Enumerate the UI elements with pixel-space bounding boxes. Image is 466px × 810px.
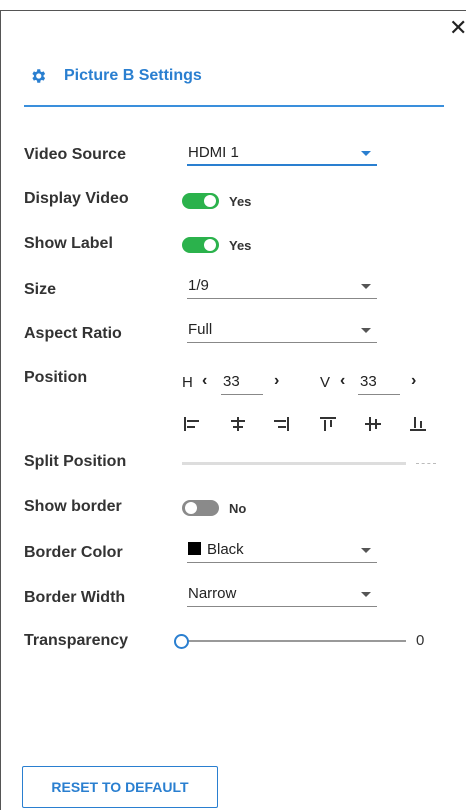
transparency-label: Transparency [24, 632, 129, 649]
video-source-select[interactable]: HDMI 1 [187, 144, 377, 166]
position-v-letter: V [320, 374, 331, 391]
transparency-slider[interactable] [182, 640, 406, 642]
reset-to-default-button[interactable]: RESET TO DEFAULT [22, 766, 218, 808]
chevron-right-icon[interactable]: › [274, 372, 279, 390]
chevron-down-icon [361, 328, 371, 333]
settings-panel [0, 10, 466, 810]
show-border-label: Show border [24, 498, 122, 515]
border-color-value-wrap: Black [188, 541, 244, 558]
border-width-select[interactable]: Narrow [187, 585, 377, 607]
display-video-label: Display Video [24, 190, 129, 207]
panel-header: Picture B Settings [28, 66, 202, 86]
align-top-icon[interactable] [319, 416, 337, 432]
align-left-icon[interactable] [183, 416, 201, 432]
split-position-value [416, 463, 436, 464]
toggle-knob [204, 195, 216, 207]
chevron-down-icon [361, 592, 371, 597]
position-label: Position [24, 369, 88, 386]
close-icon[interactable]: ✕ [449, 17, 466, 39]
show-label-label: Show Label [24, 235, 113, 252]
display-video-toggle[interactable] [182, 193, 219, 209]
gear-icon [28, 66, 48, 86]
aspect-ratio-label: Aspect Ratio [24, 325, 122, 342]
chevron-down-icon [361, 284, 371, 289]
align-center-h-icon[interactable] [229, 416, 247, 432]
show-border-toggle-text: No [229, 501, 247, 516]
split-position-label: Split Position [24, 453, 127, 470]
chevron-right-icon[interactable]: › [411, 372, 416, 390]
chevron-left-icon[interactable]: ‹ [340, 372, 345, 390]
chevron-left-icon[interactable]: ‹ [202, 372, 207, 390]
border-width-value: Narrow [188, 585, 237, 602]
show-label-toggle[interactable] [182, 237, 219, 253]
position-h-input[interactable]: 33 [221, 373, 263, 395]
position-v-input[interactable]: 33 [358, 373, 400, 395]
position-h-letter: H [182, 374, 193, 391]
chevron-down-icon [361, 548, 371, 553]
split-position-slider[interactable] [182, 462, 406, 465]
border-color-value: Black [207, 541, 244, 558]
align-middle-v-icon[interactable] [364, 416, 382, 432]
size-label: Size [24, 281, 57, 298]
color-swatch [188, 542, 201, 555]
panel-title: Picture B Settings [64, 67, 202, 84]
size-select[interactable]: 1/9 [187, 277, 377, 299]
border-color-label: Border Color [24, 544, 123, 561]
size-value: 1/9 [188, 277, 209, 294]
border-color-select[interactable]: Black [187, 541, 377, 563]
display-video-toggle-text: Yes [229, 194, 252, 209]
chevron-down-icon [361, 151, 371, 156]
aspect-ratio-select[interactable]: Full [187, 321, 377, 343]
toggle-knob [204, 239, 216, 251]
border-width-label: Border Width [24, 589, 126, 606]
align-right-icon[interactable] [272, 416, 290, 432]
video-source-value: HDMI 1 [188, 144, 239, 161]
video-source-label: Video Source [24, 146, 126, 163]
aspect-ratio-value: Full [188, 321, 213, 338]
transparency-value: 0 [416, 632, 425, 649]
show-label-toggle-text: Yes [229, 238, 252, 253]
transparency-slider-thumb[interactable] [174, 634, 189, 649]
align-bottom-icon[interactable] [409, 416, 427, 432]
show-border-toggle[interactable] [182, 500, 219, 516]
header-divider [24, 105, 444, 107]
toggle-knob [185, 502, 197, 514]
